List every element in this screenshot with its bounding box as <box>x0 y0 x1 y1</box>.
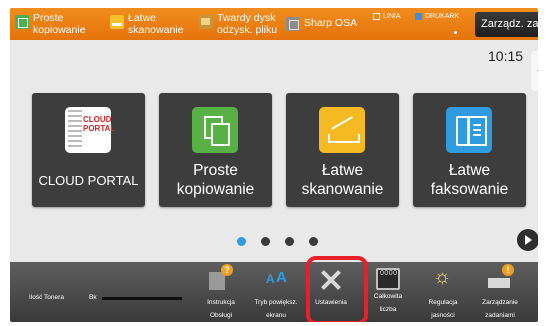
tray-item-label: Zarządzanie zadaniami <box>482 299 518 319</box>
shortcut-simple-copy[interactable]: Proste kopiowanie <box>15 12 86 36</box>
printer-status-label: DRUKARK <box>425 12 460 20</box>
shortcut-label: Twardy dysk odzysk. pliku <box>217 12 278 36</box>
zoom-text-icon <box>264 268 288 290</box>
shortcut-easy-scan[interactable]: Łatwe skanowanie <box>110 12 183 36</box>
hard-disk-icon <box>199 15 213 29</box>
shortcut-label: Proste kopiowanie <box>33 12 86 36</box>
brightness-icon <box>431 266 455 290</box>
printer-status: DRUKARK <box>415 11 459 21</box>
scan-icon <box>319 107 365 153</box>
tray-item-label: Regulacja jasności <box>428 299 458 319</box>
document-stripes <box>68 110 82 150</box>
counter-icon <box>376 268 400 290</box>
menu-dot-icon <box>454 31 457 34</box>
fax-icon <box>446 107 492 153</box>
device-frame: Proste kopiowanie Łatwe skanowanie Tward… <box>0 0 547 326</box>
tray-item-label: Tryb powiększ. ekranu <box>254 299 298 319</box>
shortcut-sharp-osa[interactable]: Sharp OSA <box>286 17 357 41</box>
line-status-label: LINIA <box>383 12 401 20</box>
tile-easy-scan[interactable]: Łatwe skanowanie <box>286 93 399 207</box>
tray-item-brightness[interactable]: Regulacja jasności <box>415 266 471 322</box>
manual-icon <box>209 264 233 290</box>
page-dot-3[interactable] <box>285 237 294 246</box>
cloud-portal-logo: CLOUD PORTAL <box>83 115 116 133</box>
cloud-portal-icon: CLOUD PORTAL <box>65 107 116 153</box>
copy-icon <box>15 15 29 29</box>
tray-item-settings[interactable]: Ustawienia <box>303 266 359 322</box>
copy-icon <box>192 107 238 153</box>
clock: 10:15 <box>488 48 524 64</box>
tray-item-zoom-mode[interactable]: Tryb powiększ. ekranu <box>248 266 304 322</box>
line-indicator-icon <box>373 12 380 20</box>
tile-simple-copy[interactable]: Proste kopiowanie <box>159 93 272 207</box>
tray-item-label: Ustawienia <box>315 299 347 306</box>
tile-cloud-portal[interactable]: CLOUD PORTAL CLOUD PORTAL <box>32 93 145 207</box>
osa-icon <box>286 17 300 31</box>
tray-item-label: Instrukcja Obsługi <box>207 299 235 319</box>
settings-icon <box>319 268 343 290</box>
printer-indicator-icon <box>415 12 422 20</box>
toner-label: Ilość Tonera <box>29 294 64 301</box>
tile-easy-fax[interactable]: Łatwe faksowanie <box>413 93 526 207</box>
touch-screen: Proste kopiowanie Łatwe skanowanie Tward… <box>10 8 538 322</box>
page-dot-2[interactable] <box>261 237 270 246</box>
bottom-tray: Ilość Tonera Bk Instrukcja Obsługi Tryb … <box>10 262 538 322</box>
tray-item-label: Całkowita liczba <box>373 293 403 313</box>
side-panel-handle[interactable]: ◀ <box>531 51 538 91</box>
line-status: LINIA <box>373 11 401 21</box>
page-dot-1[interactable] <box>237 237 246 246</box>
tile-label: Łatwe faksowanie <box>430 162 509 198</box>
toner-color-label: Bk <box>89 294 97 301</box>
tile-label: CLOUD PORTAL <box>38 173 139 188</box>
next-page-button[interactable] <box>517 229 538 251</box>
toner-level-fill <box>102 297 182 300</box>
scan-icon <box>110 15 124 29</box>
shortcut-label: Łatwe skanowanie <box>128 12 184 36</box>
tile-label: Łatwe skanowanie <box>301 162 384 198</box>
tile-label: Proste kopiowanie <box>176 162 255 198</box>
shortcut-label: Sharp OSA <box>304 17 358 29</box>
page-dot-4[interactable] <box>309 237 318 246</box>
tray-item-total-count[interactable]: Całkowita liczba <box>360 266 416 322</box>
play-arrow-icon <box>525 235 532 245</box>
job-status-button[interactable]: Zarządz. zadan. <box>475 12 538 37</box>
top-bar: Proste kopiowanie Łatwe skanowanie Tward… <box>10 8 538 40</box>
collapse-arrow-icon: ◀ <box>537 65 538 76</box>
toner-level-bar <box>102 297 182 300</box>
shortcut-hdd-retrieve[interactable]: Twardy dysk odzysk. pliku <box>199 12 277 36</box>
job-status-icon <box>488 264 514 290</box>
tray-item-job-status[interactable]: Zarządzanie zadaniami <box>472 264 528 322</box>
tray-item-manual[interactable]: Instrukcja Obsługi <box>193 264 249 322</box>
